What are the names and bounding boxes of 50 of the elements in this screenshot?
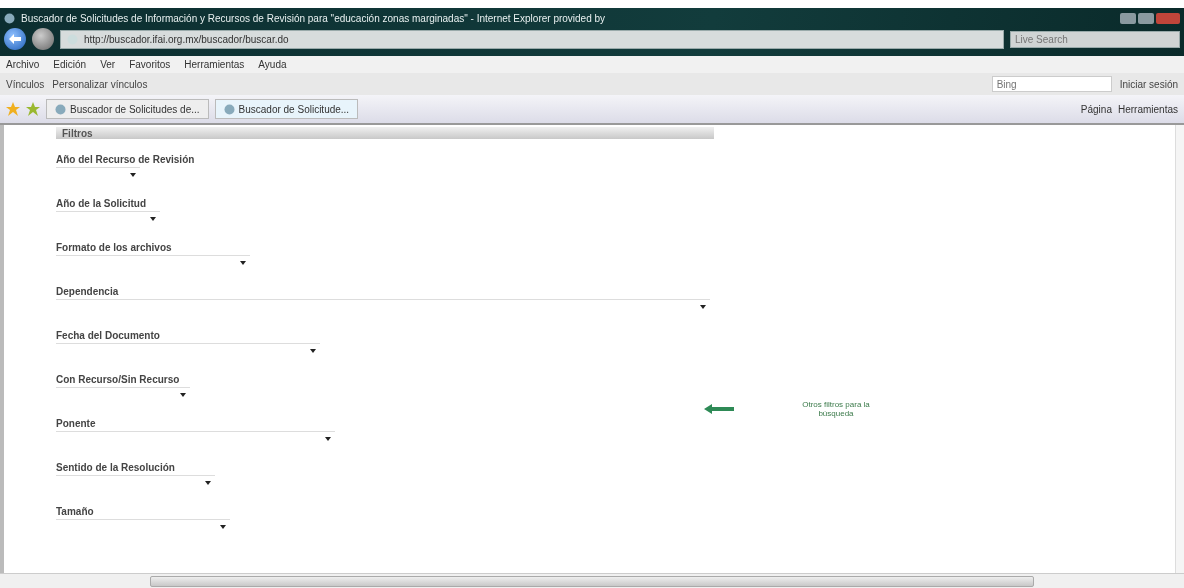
dropdown-arrow-icon <box>220 525 226 529</box>
filters-title: Filtros <box>62 127 93 139</box>
links-label: Vínculos <box>6 78 45 90</box>
link[interactable]: Personalizar vínculos <box>52 78 148 90</box>
field-label: Año de la Solicitud <box>56 198 146 209</box>
dropdown-arrow-icon <box>700 305 706 309</box>
dropdown-arrow-icon <box>240 261 246 265</box>
address-field[interactable]: http://buscador.ifai.org.mx/buscador/buscar.do <box>60 29 1004 49</box>
horizontal-scrollbar[interactable] <box>0 573 1184 588</box>
field-label: Formato de los archivos <box>56 242 172 253</box>
menu-item[interactable]: Edición <box>53 59 87 70</box>
browser-tab[interactable]: Buscador de Solicitude... <box>214 99 359 119</box>
minimize-button[interactable] <box>1120 12 1136 24</box>
vertical-scrollbar[interactable] <box>1175 125 1184 573</box>
star-plus-icon[interactable] <box>26 102 40 116</box>
back-button[interactable] <box>4 28 26 50</box>
url-text: http://buscador.ifai.org.mx/buscador/buscar.do <box>84 33 289 45</box>
bing-search-field[interactable]: Bing <box>991 76 1112 92</box>
close-button[interactable] <box>1156 12 1180 24</box>
menu-item[interactable]: Ayuda <box>258 59 287 70</box>
forward-button[interactable] <box>32 28 54 50</box>
menu-item[interactable]: Favoritos <box>129 59 171 70</box>
dropdown-arrow-icon <box>205 481 211 485</box>
field-label: Fecha del Documento <box>56 330 160 341</box>
search-field[interactable]: Live Search <box>1010 30 1180 48</box>
dropdown-arrow-icon <box>325 437 331 441</box>
browser-tab[interactable]: Buscador de Solicitudes de... <box>46 99 209 119</box>
dropdown-arrow-icon <box>180 393 186 397</box>
window-title: Buscador de Solicitudes de Información y Recursos de Revisión para "educación zonas marginadas" - Internet Explorer provided by <box>21 12 607 24</box>
field-label: Sentido de la Resolución <box>56 462 175 473</box>
toolbar-menu[interactable]: Página <box>1080 103 1112 115</box>
sign-in-link[interactable]: Iniciar sesión <box>1119 78 1178 90</box>
dropdown-arrow-icon <box>310 349 316 353</box>
field-label: Año del Recurso de Revisión <box>56 154 195 165</box>
field-label: Tamaño <box>56 506 94 517</box>
toolbar-menu[interactable]: Herramientas <box>1117 103 1178 115</box>
dropdown-arrow-icon <box>130 173 136 177</box>
menu-item[interactable]: Archivo <box>6 59 40 70</box>
arrow-left-icon <box>9 34 21 44</box>
star-icon[interactable] <box>6 102 20 116</box>
field-label: Ponente <box>56 418 96 429</box>
menu-item[interactable]: Ver <box>100 59 116 70</box>
maximize-button[interactable] <box>1138 12 1154 24</box>
note-text: Otros filtros para la búsqueda <box>801 400 871 418</box>
arrow-left-icon <box>704 404 734 414</box>
dropdown-arrow-icon <box>150 217 156 221</box>
field-label: Dependencia <box>56 286 119 297</box>
menu-item[interactable]: Herramientas <box>184 59 245 70</box>
field-label: Con Recurso/Sin Recurso <box>56 374 180 385</box>
scroll-thumb[interactable] <box>150 575 1034 587</box>
